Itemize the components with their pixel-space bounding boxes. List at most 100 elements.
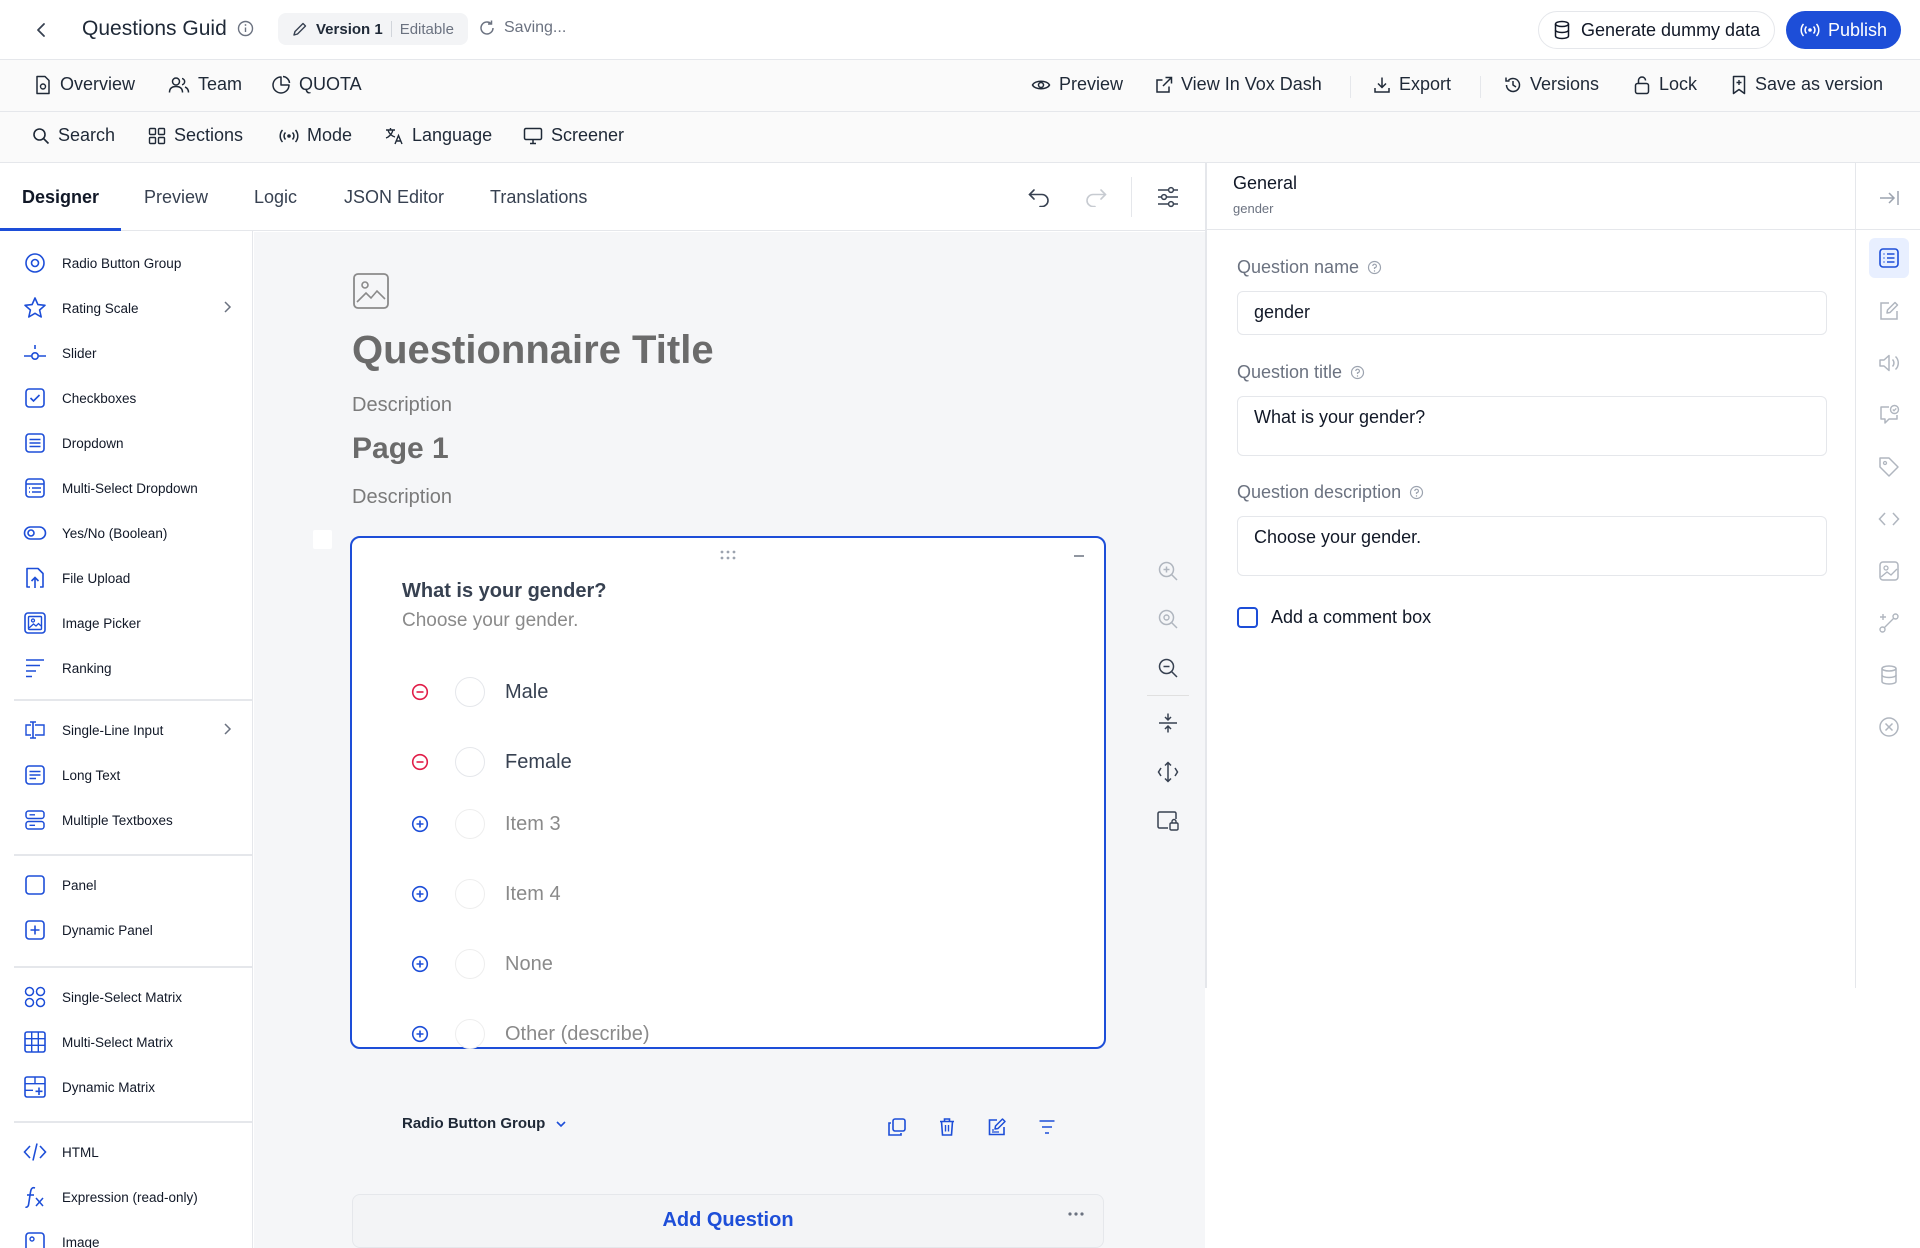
chevron-right-icon[interactable] <box>222 722 232 736</box>
help-icon[interactable] <box>1350 365 1365 380</box>
more-options-icon[interactable] <box>1067 1211 1085 1217</box>
language-button[interactable]: Language <box>384 125 492 146</box>
tab-translations[interactable]: Translations <box>490 187 587 208</box>
clear-validation-icon[interactable] <box>1874 712 1904 742</box>
data-icon[interactable] <box>1874 660 1904 690</box>
versions-link[interactable]: Versions <box>1504 74 1599 95</box>
toolbox-rating-scale[interactable]: Rating Scale <box>22 293 232 323</box>
logo-placeholder-icon[interactable] <box>352 272 390 310</box>
help-icon[interactable] <box>1367 260 1382 275</box>
view-in-vox-dash-link[interactable]: View In Vox Dash <box>1155 74 1322 95</box>
toolbox-expression[interactable]: Expression (read-only) <box>22 1182 232 1212</box>
overview-link[interactable]: Overview <box>34 74 135 95</box>
tag-icon[interactable] <box>1874 452 1904 482</box>
edit-question-icon[interactable] <box>984 1114 1010 1140</box>
question-select-marker[interactable] <box>313 530 332 549</box>
collapse-icon[interactable] <box>1072 549 1086 563</box>
choice-label[interactable]: None <box>505 953 553 976</box>
info-icon[interactable] <box>237 20 254 37</box>
choice-label[interactable]: Female <box>505 751 572 774</box>
choice-radio[interactable] <box>455 677 485 707</box>
back-arrow-icon[interactable] <box>30 18 54 42</box>
duplicate-icon[interactable] <box>884 1114 910 1140</box>
survey-description[interactable]: Description <box>352 394 452 417</box>
export-link[interactable]: Export <box>1373 74 1451 95</box>
tab-preview[interactable]: Preview <box>144 187 208 208</box>
toolbox-multi-select-matrix[interactable]: Multi-Select Matrix <box>22 1027 232 1057</box>
toolbox-radio-button-group[interactable]: Radio Button Group <box>22 248 232 278</box>
lock-question-icon[interactable] <box>1153 806 1183 836</box>
collapse-all-icon[interactable] <box>1153 708 1183 738</box>
redo-icon[interactable] <box>1082 183 1110 211</box>
toolbox-image-picker[interactable]: Image Picker <box>22 608 232 638</box>
choice-label[interactable]: Male <box>505 681 548 704</box>
choice-label[interactable]: Item 4 <box>505 883 561 906</box>
audio-icon[interactable] <box>1874 348 1904 378</box>
toolbox-html[interactable]: HTML <box>22 1137 232 1167</box>
remove-choice-icon[interactable] <box>410 752 430 772</box>
general-properties-icon[interactable] <box>1869 238 1909 278</box>
logic-flow-icon[interactable] <box>1874 608 1904 638</box>
toolbox-slider[interactable]: Slider <box>22 338 232 368</box>
undo-icon[interactable] <box>1025 183 1053 211</box>
toolbox-dynamic-panel[interactable]: Dynamic Panel <box>22 915 232 945</box>
question-name-field[interactable]: gender <box>1237 291 1827 335</box>
toolbox-single-select-matrix[interactable]: Single-Select Matrix <box>22 982 232 1012</box>
choice-label[interactable]: Item 3 <box>505 813 561 836</box>
remove-choice-icon[interactable] <box>410 682 430 702</box>
question-title[interactable]: What is your gender? <box>402 580 606 603</box>
preview-link[interactable]: Preview <box>1031 74 1123 95</box>
add-question-button[interactable]: Add Question <box>352 1194 1104 1248</box>
toolbox-image[interactable]: Image <box>22 1227 232 1248</box>
toolbox-ranking[interactable]: Ranking <box>22 653 232 683</box>
toolbox-checkboxes[interactable]: Checkboxes <box>22 383 232 413</box>
toolbox-yes-no-boolean[interactable]: Yes/No (Boolean) <box>22 518 232 548</box>
publish-button[interactable]: Publish <box>1786 11 1901 49</box>
zoom-reset-icon[interactable] <box>1153 604 1183 634</box>
code-icon[interactable] <box>1874 504 1904 534</box>
settings-sliders-icon[interactable] <box>1154 183 1182 211</box>
collapse-panel-icon[interactable] <box>1874 183 1904 213</box>
checkbox[interactable] <box>1237 607 1258 628</box>
zoom-out-icon[interactable] <box>1153 653 1183 683</box>
drag-handle-icon[interactable] <box>719 549 737 561</box>
screener-button[interactable]: Screener <box>523 125 624 146</box>
tab-logic[interactable]: Logic <box>254 187 297 208</box>
quota-link[interactable]: QUOTA <box>271 74 362 95</box>
add-comment-box-checkbox[interactable]: Add a comment box <box>1237 607 1431 628</box>
delete-icon[interactable] <box>934 1114 960 1140</box>
add-choice-icon[interactable] <box>410 884 430 904</box>
page-title[interactable]: Page 1 <box>352 432 449 466</box>
chevron-right-icon[interactable] <box>222 300 232 314</box>
question-description-field[interactable]: Choose your gender. <box>1237 516 1827 576</box>
add-choice-icon[interactable] <box>410 814 430 834</box>
search-button[interactable]: Search <box>32 125 115 146</box>
choice-radio[interactable] <box>455 747 485 777</box>
survey-title[interactable]: Questionnaire Title <box>352 328 714 373</box>
edit-form-icon[interactable] <box>1874 296 1904 326</box>
zoom-in-icon[interactable] <box>1153 556 1183 586</box>
help-icon[interactable] <box>1409 485 1424 500</box>
toolbox-multiple-textboxes[interactable]: Multiple Textboxes <box>22 805 232 835</box>
expand-all-icon[interactable] <box>1153 757 1183 787</box>
comment-check-icon[interactable] <box>1874 400 1904 430</box>
generate-dummy-data-button[interactable]: Generate dummy data <box>1538 11 1776 49</box>
sections-button[interactable]: Sections <box>148 125 243 146</box>
choice-label[interactable]: Other (describe) <box>505 1023 650 1046</box>
add-choice-icon[interactable] <box>410 954 430 974</box>
toolbox-multi-select-dropdown[interactable]: Multi-Select Dropdown <box>22 473 232 503</box>
question-title-field[interactable]: What is your gender? <box>1237 396 1827 456</box>
toolbox-dynamic-matrix[interactable]: Dynamic Matrix <box>22 1072 232 1102</box>
toolbox-dropdown[interactable]: Dropdown <box>22 428 232 458</box>
toolbox-single-line-input[interactable]: Single-Line Input <box>22 715 232 745</box>
image-settings-icon[interactable] <box>1874 556 1904 586</box>
toolbox-panel[interactable]: Panel <box>22 870 232 900</box>
mode-button[interactable]: Mode <box>279 125 352 146</box>
question-card[interactable]: What is your gender? Choose your gender.… <box>350 536 1106 1136</box>
lock-link[interactable]: Lock <box>1633 74 1697 95</box>
question-type-selector[interactable]: Radio Button Group <box>402 1115 567 1132</box>
add-choice-icon[interactable] <box>410 1024 430 1044</box>
toolbox-file-upload[interactable]: File Upload <box>22 563 232 593</box>
tab-designer[interactable]: Designer <box>22 187 99 208</box>
filter-icon[interactable] <box>1034 1114 1060 1140</box>
